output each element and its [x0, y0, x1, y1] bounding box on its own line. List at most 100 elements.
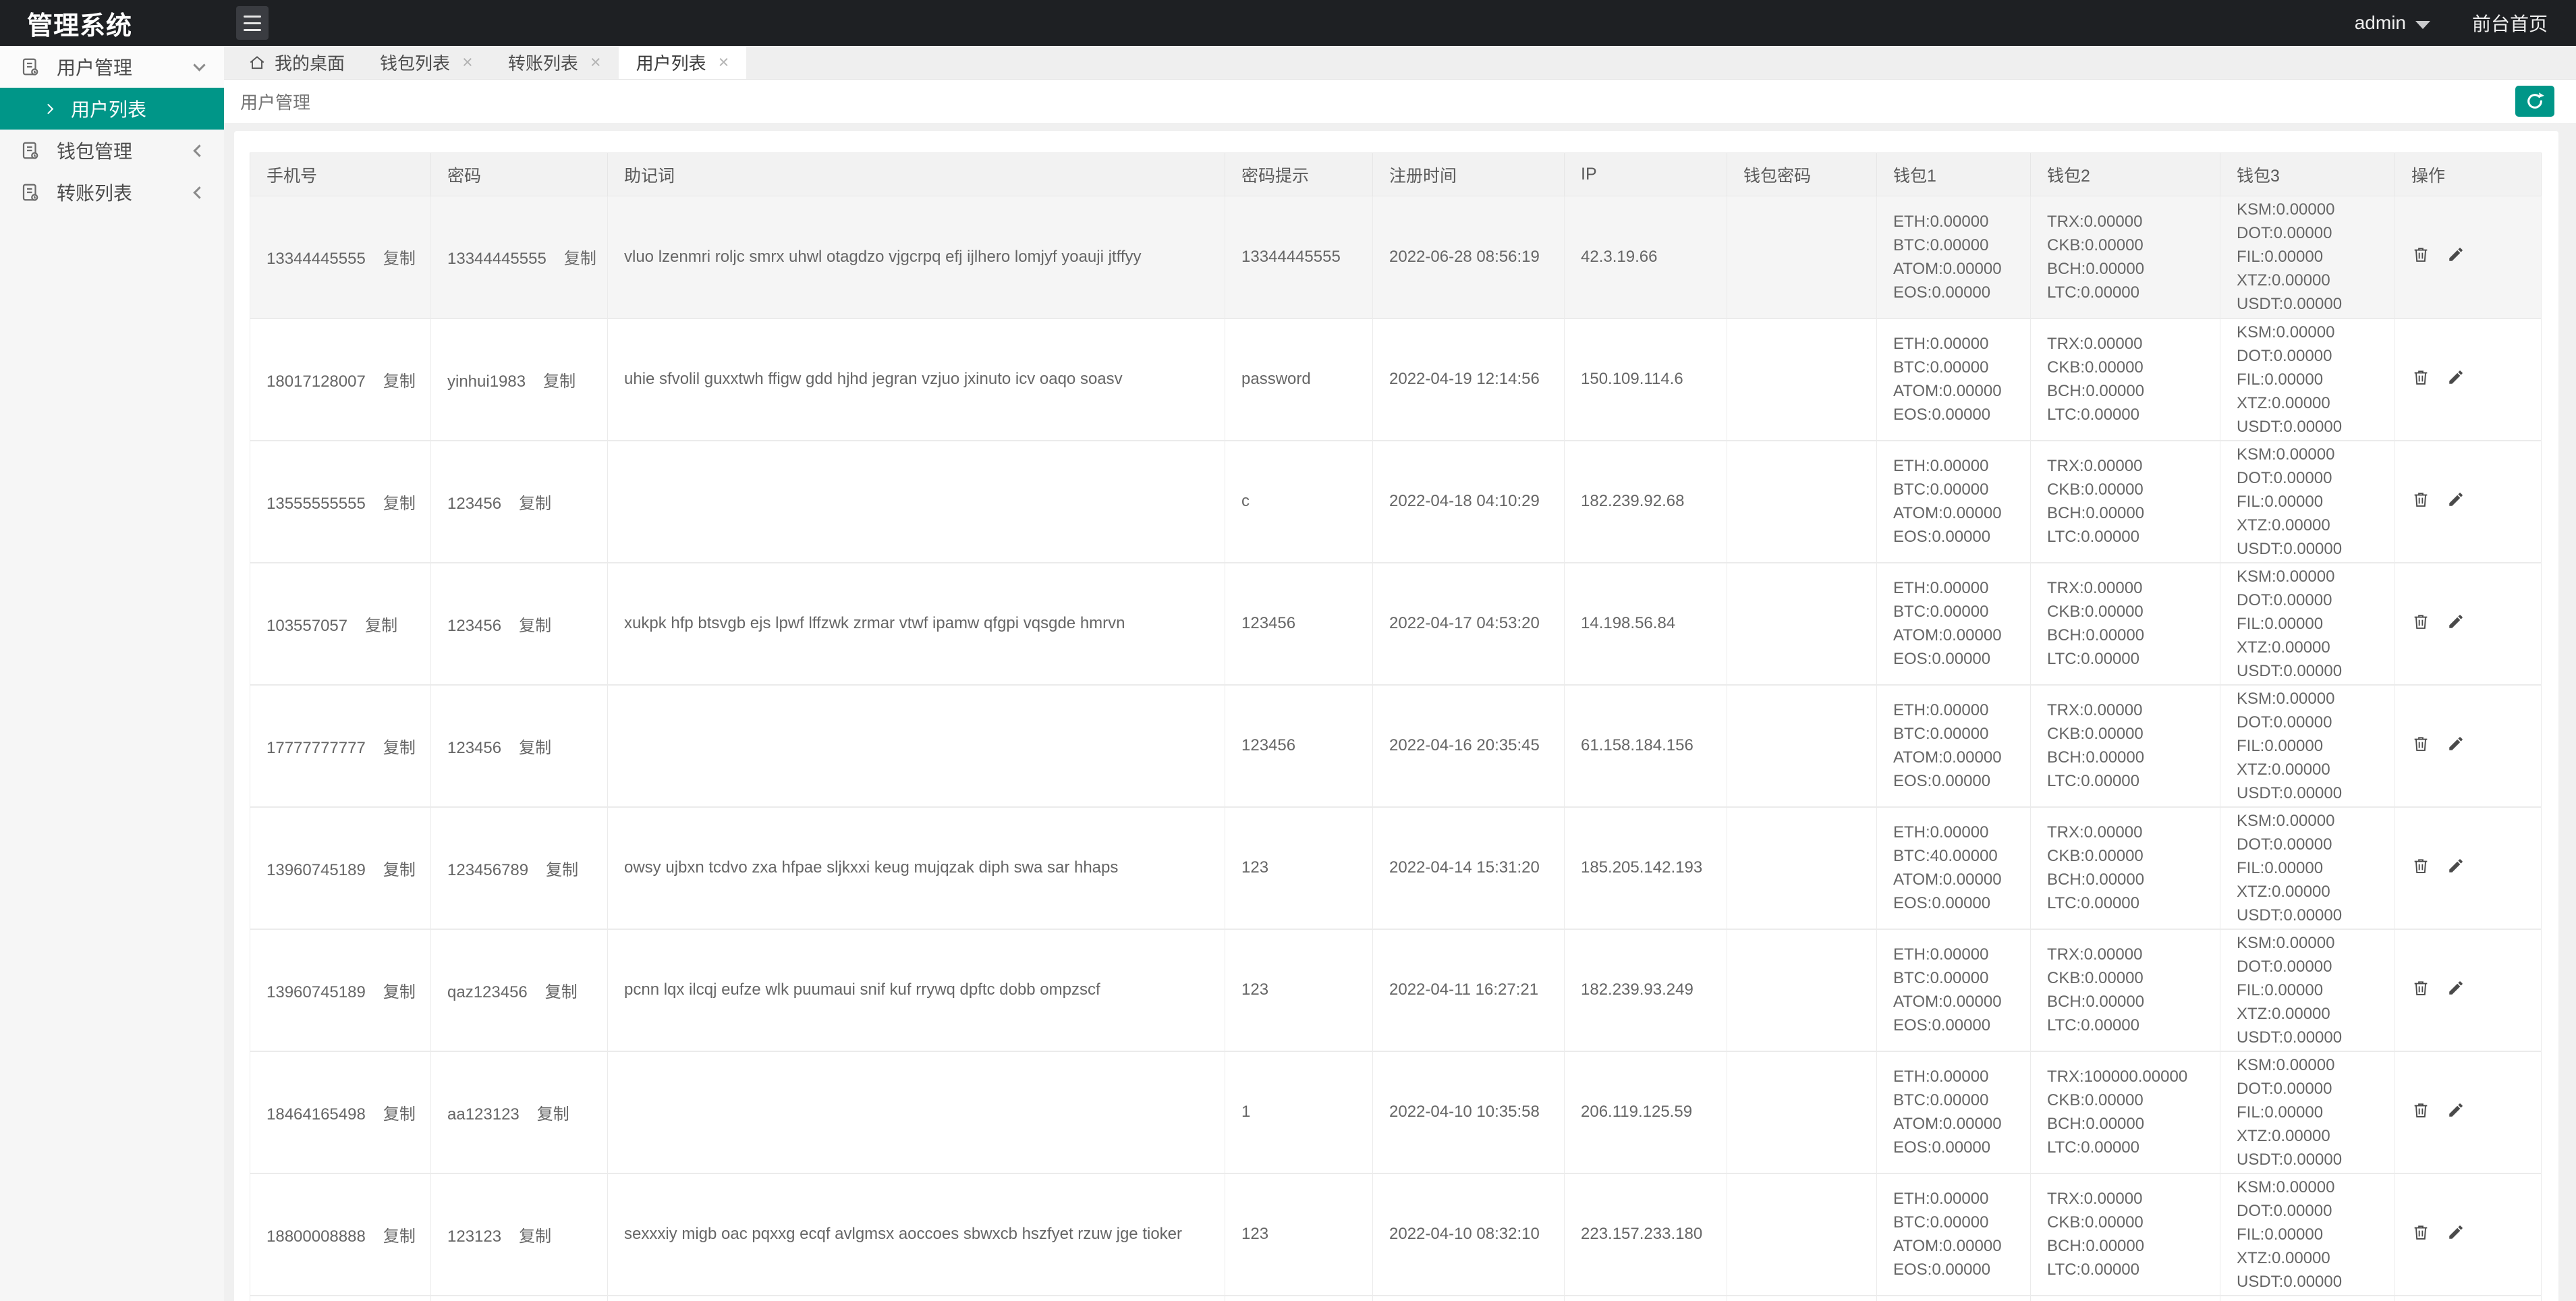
hamburger-icon [244, 16, 261, 18]
copy-password-button[interactable]: 复制 [546, 861, 578, 879]
copy-password-button[interactable]: 复制 [519, 617, 551, 635]
delete-icon[interactable] [2411, 1223, 2430, 1246]
password-hint-cell: 123456 [1225, 563, 1373, 685]
password-cell: 123456 复制 [431, 563, 608, 685]
tab-wallet-list[interactable]: 钱包列表 × [362, 46, 491, 79]
wallet2-cell [2031, 1296, 2220, 1301]
col-actions: 操作 [2395, 153, 2542, 196]
edit-icon[interactable] [2447, 857, 2465, 879]
register-time-cell: 2022-04-11 16:27:21 [1373, 929, 1565, 1051]
delete-icon[interactable] [2411, 368, 2430, 391]
wallet1-cell: ETH:0.00000BTC:0.00000ATOM:0.00000EOS:0.… [1877, 563, 2031, 685]
password-cell: aa123123复制 [431, 1051, 608, 1173]
phone-cell: 18464165498复制 [250, 1051, 431, 1173]
edit-icon[interactable] [2447, 613, 2465, 635]
password-value: 123456 [447, 739, 501, 757]
wallet-password-cell [1727, 929, 1877, 1051]
sidebar-item-label: 转账列表 [57, 179, 132, 206]
password-cell: qaz123456复制 [431, 929, 608, 1051]
close-tab-icon[interactable]: × [462, 53, 473, 72]
copy-phone-button[interactable]: 复制 [383, 1227, 416, 1246]
edit-icon[interactable] [2447, 979, 2465, 1001]
wallet3-cell: KSM:0.00000DOT:0.00000FIL:0.00000XTZ:0.0… [2220, 441, 2395, 563]
copy-password-button[interactable]: 复制 [519, 1227, 551, 1246]
user-menu[interactable]: admin [2355, 12, 2430, 34]
copy-phone-button[interactable]: 复制 [383, 495, 416, 513]
phone-cell: 13960745189复制 [250, 807, 431, 929]
register-time-cell: 2022-04-18 04:10:29 [1373, 441, 1565, 563]
phone-value: 18800008888 [267, 1227, 366, 1246]
delete-icon[interactable] [2411, 1101, 2430, 1124]
main-area: 我的桌面 钱包列表 × 转账列表 × 用户列表 × 用户管理 [224, 46, 2576, 1301]
col-wallet1: 钱包1 [1877, 153, 2031, 196]
col-register-time: 注册时间 [1373, 153, 1565, 196]
phone-cell: 103557057复制 [250, 563, 431, 685]
delete-icon[interactable] [2411, 734, 2430, 758]
sidebar-item-user-management[interactable]: 用户管理 [0, 46, 224, 88]
menu-toggle-button[interactable] [236, 6, 269, 40]
col-password: 密码 [431, 153, 608, 196]
copy-password-button[interactable]: 复制 [564, 250, 596, 268]
actions-cell [2395, 1173, 2542, 1296]
refresh-button[interactable] [2515, 86, 2554, 117]
tab-label: 我的桌面 [275, 50, 345, 75]
sidebar-item-user-list[interactable]: 用户列表 [0, 88, 224, 130]
copy-password-button[interactable]: 复制 [543, 372, 576, 391]
mnemonic-cell: xukpk hfp btsvgb ejs lpwf lffzwk zrmar v… [608, 563, 1225, 685]
phone-cell [250, 1296, 431, 1301]
edit-icon[interactable] [2447, 246, 2465, 268]
copy-password-button[interactable]: 复制 [545, 983, 578, 1001]
copy-password-button[interactable]: 复制 [537, 1105, 569, 1124]
sidebar-item-transfer-list[interactable]: 转账列表 [0, 171, 224, 213]
tab-transfer-list[interactable]: 转账列表 × [491, 46, 619, 79]
chevron-down-icon [2415, 21, 2430, 29]
table-row: 103557057复制 123456 复制 xukpk hfp btsvgb ej… [250, 563, 2542, 685]
copy-password-button[interactable]: 复制 [519, 495, 551, 513]
edit-icon[interactable] [2447, 1101, 2465, 1124]
copy-phone-button[interactable]: 复制 [383, 1105, 416, 1124]
delete-icon[interactable] [2411, 856, 2430, 880]
ip-cell: 150.109.114.6 [1565, 319, 1727, 441]
wallet1-cell: ETH:0.00000BTC:40.00000ATOM:0.00000EOS:0… [1877, 807, 2031, 929]
phone-value: 13344445555 [267, 250, 366, 268]
edit-icon[interactable] [2447, 1223, 2465, 1246]
tab-my-desktop[interactable]: 我的桌面 [231, 46, 362, 79]
copy-password-button[interactable]: 复制 [519, 739, 551, 757]
tab-label: 转账列表 [508, 50, 578, 75]
sidebar-item-wallet-management[interactable]: 钱包管理 [0, 130, 224, 171]
copy-phone-button[interactable]: 复制 [383, 739, 416, 757]
phone-value: 13960745189 [267, 983, 366, 1001]
edit-icon[interactable] [2447, 735, 2465, 757]
password-hint-cell: 1 [1225, 1051, 1373, 1173]
password-hint-cell [1225, 1296, 1373, 1301]
password-cell: yinhui1983复制 [431, 319, 608, 441]
wallet3-cell: KSM:0.00000DOT:0.00000FIL:0.00000XTZ:0.0… [2220, 563, 2395, 685]
password-value: 123456 [447, 617, 501, 635]
actions-cell [2395, 196, 2542, 319]
copy-phone-button[interactable]: 复制 [383, 861, 416, 879]
password-cell: 123456 复制 [431, 685, 608, 807]
delete-icon[interactable] [2411, 612, 2430, 636]
document-icon [20, 56, 40, 78]
copy-phone-button[interactable]: 复制 [383, 250, 416, 268]
password-hint-cell: 123 [1225, 1173, 1373, 1296]
tab-user-list[interactable]: 用户列表 × [619, 46, 747, 79]
close-tab-icon[interactable]: × [590, 53, 601, 72]
edit-icon[interactable] [2447, 491, 2465, 513]
copy-phone-button[interactable]: 复制 [365, 617, 397, 635]
password-hint-cell: 13344445555 [1225, 196, 1373, 319]
table-card: 手机号 密码 助记词 密码提示 注册时间 IP 钱包密码 钱包1 钱包2 钱包3… [234, 131, 2558, 1301]
copy-phone-button[interactable]: 复制 [383, 983, 416, 1001]
col-mnemonic: 助记词 [608, 153, 1225, 196]
mnemonic-cell [608, 441, 1225, 563]
delete-icon[interactable] [2411, 245, 2430, 269]
edit-icon[interactable] [2447, 368, 2465, 391]
copy-phone-button[interactable]: 复制 [383, 372, 416, 391]
delete-icon[interactable] [2411, 978, 2430, 1002]
password-value: 123456789 [447, 861, 528, 879]
delete-icon[interactable] [2411, 490, 2430, 514]
home-icon [248, 54, 266, 72]
frontend-home-link[interactable]: 前台首页 [2472, 9, 2548, 36]
topbar: 管理系统 admin 前台首页 [0, 0, 2576, 46]
close-tab-icon[interactable]: × [719, 53, 729, 72]
